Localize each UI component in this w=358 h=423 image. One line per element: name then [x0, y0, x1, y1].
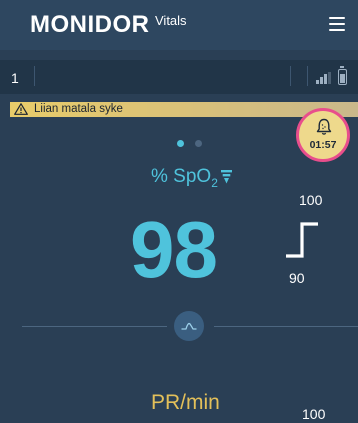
spo2-low-limit[interactable]: 90 — [289, 270, 305, 286]
app-header: MONIDOR Vitals — [0, 0, 358, 50]
alarm-bell-icon — [316, 118, 332, 135]
status-bar: 1 — [0, 60, 358, 94]
alarm-limits-step-icon[interactable] — [284, 218, 328, 260]
pr-high-limit[interactable]: 100 — [302, 406, 325, 422]
waveform-icon — [181, 322, 197, 330]
spo2-high-limit[interactable]: 100 — [299, 192, 322, 208]
alarm-timer-value: 01:57 — [309, 139, 337, 151]
divider-line — [22, 326, 167, 327]
page-dot-active[interactable] — [177, 140, 184, 147]
brand-logo: MONIDOR — [30, 11, 150, 38]
alarm-message: Liian matala syke — [34, 103, 123, 115]
alarm-silence-timer[interactable]: 01:57 — [296, 108, 350, 162]
vitals-screen: MONIDOR Vitals 1 Liian matala syke 01:57… — [0, 0, 358, 423]
divider — [290, 66, 291, 86]
patient-number[interactable]: 1 — [11, 70, 19, 86]
spo2-label: % SpO2 — [151, 166, 218, 190]
pr-label: PR/min — [151, 391, 220, 414]
page-dot[interactable] — [195, 140, 202, 147]
divider — [307, 66, 308, 86]
brand-subtitle: Vitals — [155, 13, 187, 28]
filter-icon — [221, 170, 232, 184]
divider — [34, 66, 35, 86]
spo2-value[interactable]: 98 — [130, 210, 218, 290]
signal-strength-icon — [316, 72, 331, 84]
battery-icon — [338, 66, 347, 85]
waveform-toggle-button[interactable] — [174, 311, 204, 341]
divider-line — [214, 326, 358, 327]
warning-triangle-icon — [14, 103, 28, 115]
hamburger-menu-icon[interactable] — [329, 17, 345, 31]
